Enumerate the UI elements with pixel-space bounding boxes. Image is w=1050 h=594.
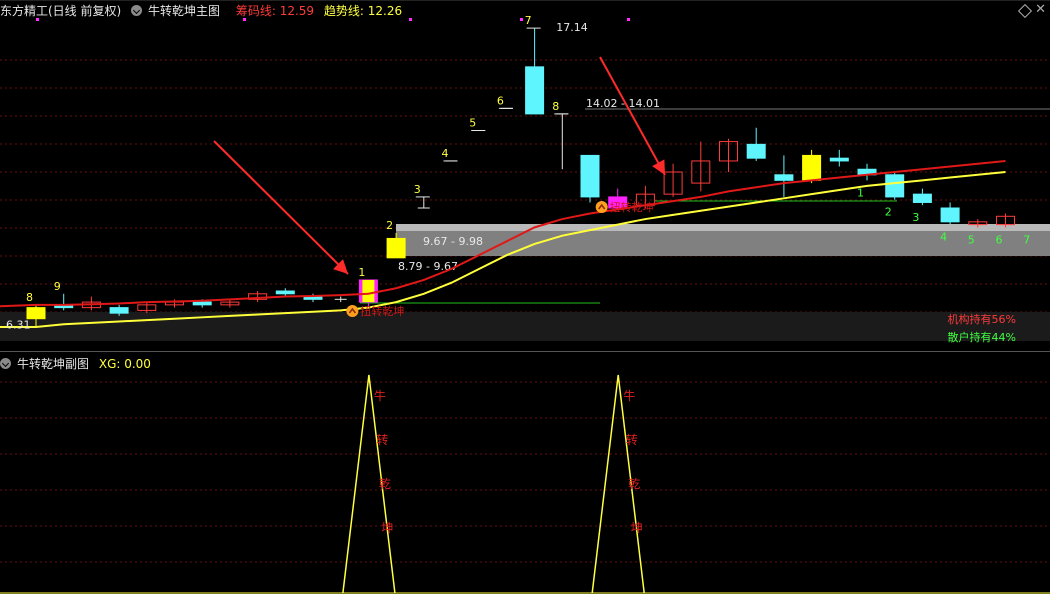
- xg-peak-char: 转: [376, 432, 388, 447]
- count-label: 8: [552, 100, 559, 113]
- candle-body: [192, 301, 212, 306]
- candle-body: [940, 207, 960, 223]
- marker-dot: [36, 18, 39, 21]
- price-high-label: 17.14: [556, 21, 588, 34]
- candle-body: [829, 157, 849, 162]
- candle-body: [802, 154, 822, 181]
- candle-body: [386, 237, 406, 259]
- candle-body: [525, 66, 545, 115]
- count-label: 1: [857, 186, 864, 199]
- candle-body: [580, 154, 600, 198]
- count-label: 5: [469, 117, 476, 130]
- candle-body: [275, 290, 295, 295]
- xg-peak-char: 乾: [379, 477, 391, 491]
- signal-icon: [595, 201, 608, 213]
- count-label: 6: [996, 233, 1003, 246]
- count-label: 5: [968, 233, 975, 246]
- count-label: 9: [54, 280, 61, 293]
- count-label: 2: [885, 206, 892, 219]
- candle-body: [746, 143, 766, 159]
- xg-peak-char: 坤: [381, 520, 393, 535]
- candle-body: [885, 174, 905, 198]
- band-bottom: [0, 312, 1050, 341]
- retail-hold: 散户持有44%: [947, 331, 1016, 344]
- count-label: 8: [26, 291, 33, 304]
- xg-peak-char: 转: [626, 432, 638, 447]
- candle-body: [912, 193, 932, 203]
- band-range-mid: [396, 231, 1050, 256]
- count-label: 7: [1023, 233, 1030, 246]
- signal-label: 扭转乾坤: [610, 200, 654, 214]
- count-label: 3: [912, 211, 919, 224]
- arrow-1: [213, 140, 349, 275]
- marker-dot: [627, 18, 630, 21]
- range-low-label: 8.79 - 9.67: [398, 260, 458, 273]
- price-low-label: 6.31: [6, 319, 31, 332]
- signal-candle-core: [362, 279, 375, 303]
- institution-hold: 机构持有56%: [947, 313, 1016, 326]
- count-label: 4: [940, 231, 947, 244]
- signal-label: 扭转乾坤: [360, 304, 404, 318]
- count-label: 4: [442, 147, 449, 160]
- kline-chart[interactable]: 9.67 - 9.988.79 - 9.6714.02 - 14.0189123…: [0, 0, 1050, 594]
- marker-dot: [520, 18, 523, 21]
- count-label: 3: [414, 183, 421, 196]
- count-label: 1: [358, 266, 365, 279]
- candle-body: [774, 174, 794, 181]
- marker-dot: [243, 18, 246, 21]
- count-label: 6: [497, 94, 504, 107]
- count-label: 2: [386, 219, 393, 232]
- candle-body: [109, 307, 129, 314]
- range-mid-label: 9.67 - 9.98: [423, 235, 483, 248]
- xg-peak-char: 坤: [631, 520, 643, 535]
- xg-peak-char: 乾: [628, 477, 640, 491]
- candle-body: [26, 307, 46, 320]
- marker-dot: [409, 18, 412, 21]
- band-range-top: [396, 224, 1050, 231]
- xg-peak-char: 牛: [623, 388, 635, 403]
- xg-peak-char: 牛: [374, 388, 386, 403]
- count-label: 7: [525, 14, 532, 27]
- signal-icon: [346, 305, 359, 317]
